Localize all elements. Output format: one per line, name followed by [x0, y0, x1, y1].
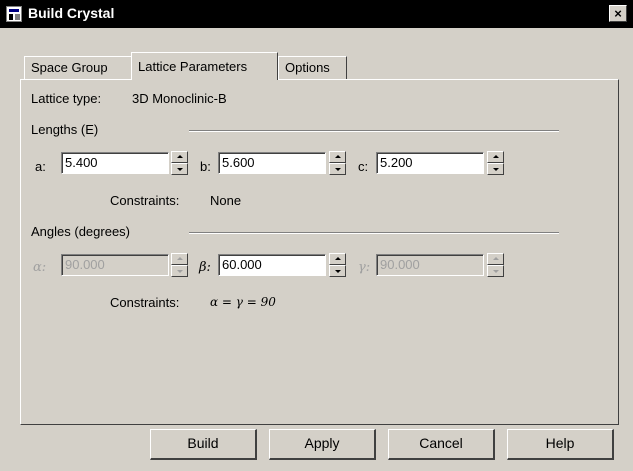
gamma-angle-spinner[interactable]: [487, 253, 504, 277]
beta-angle-input[interactable]: 60.000: [218, 254, 326, 276]
angles-constraints-label: Constraints:: [110, 295, 180, 310]
b-length-spinner[interactable]: [329, 151, 346, 175]
chevron-down-icon[interactable]: [171, 265, 188, 277]
tab-label: Space Group: [31, 60, 108, 75]
lattice-type-value: 3D Monoclinic-B: [132, 91, 227, 106]
chevron-up-icon[interactable]: [487, 253, 504, 265]
tab-label: Options: [285, 60, 330, 75]
chevron-down-icon[interactable]: [329, 163, 346, 175]
close-button[interactable]: ×: [609, 5, 627, 22]
lengths-section-label: Lengths (E): [31, 122, 99, 137]
chevron-down-icon[interactable]: [487, 163, 504, 175]
help-button[interactable]: Help: [507, 429, 614, 460]
a-label: a:: [35, 159, 46, 174]
beta-label: β:: [199, 260, 211, 275]
lattice-type-label: Lattice type:: [31, 91, 102, 106]
close-icon: ×: [614, 6, 622, 21]
tab-options[interactable]: Options: [278, 56, 347, 80]
chevron-up-icon[interactable]: [329, 253, 346, 265]
a-length-spinner[interactable]: [171, 151, 188, 175]
b-label: b:: [200, 159, 211, 174]
c-label: c:: [358, 159, 369, 174]
lengths-constraints-label: Constraints:: [110, 193, 180, 208]
lengths-divider: [189, 130, 559, 132]
b-length-input[interactable]: 5.600: [218, 152, 326, 174]
alpha-angle-spinner[interactable]: [171, 253, 188, 277]
chevron-down-icon[interactable]: [329, 265, 346, 277]
chevron-down-icon[interactable]: [171, 163, 188, 175]
c-length-spinner[interactable]: [487, 151, 504, 175]
window-icon: [6, 6, 22, 22]
apply-button[interactable]: Apply: [269, 429, 376, 460]
gamma-angle-input[interactable]: 90.000: [376, 254, 484, 276]
title-bar[interactable]: Build Crystal ×: [0, 0, 633, 28]
a-length-input[interactable]: 5.400: [61, 152, 169, 174]
chevron-up-icon[interactable]: [487, 151, 504, 163]
tab-space-group[interactable]: Space Group: [24, 56, 132, 80]
build-crystal-dialog: Build Crystal × Space Group Lattice Para…: [0, 0, 633, 471]
tab-lattice-parameters[interactable]: Lattice Parameters: [131, 52, 278, 80]
tab-label: Lattice Parameters: [138, 59, 248, 74]
chevron-up-icon[interactable]: [329, 151, 346, 163]
angles-section-label: Angles (degrees): [31, 224, 130, 239]
build-button[interactable]: Build: [150, 429, 257, 460]
tab-panel-lattice-parameters: Lattice type: 3D Monoclinic-B Lengths (E…: [20, 79, 619, 425]
angles-divider: [189, 232, 559, 234]
lengths-constraints-value: None: [210, 193, 242, 208]
c-length-input[interactable]: 5.200: [376, 152, 484, 174]
chevron-up-icon[interactable]: [171, 253, 188, 265]
angles-constraints-value: α = γ = 90: [210, 295, 276, 309]
gamma-label: γ:: [358, 260, 371, 275]
chevron-down-icon[interactable]: [487, 265, 504, 277]
alpha-angle-input[interactable]: 90.000: [61, 254, 169, 276]
beta-angle-spinner[interactable]: [329, 253, 346, 277]
alpha-label: α:: [33, 260, 47, 275]
chevron-up-icon[interactable]: [171, 151, 188, 163]
cancel-button[interactable]: Cancel: [388, 429, 495, 460]
window-title: Build Crystal: [28, 5, 115, 21]
